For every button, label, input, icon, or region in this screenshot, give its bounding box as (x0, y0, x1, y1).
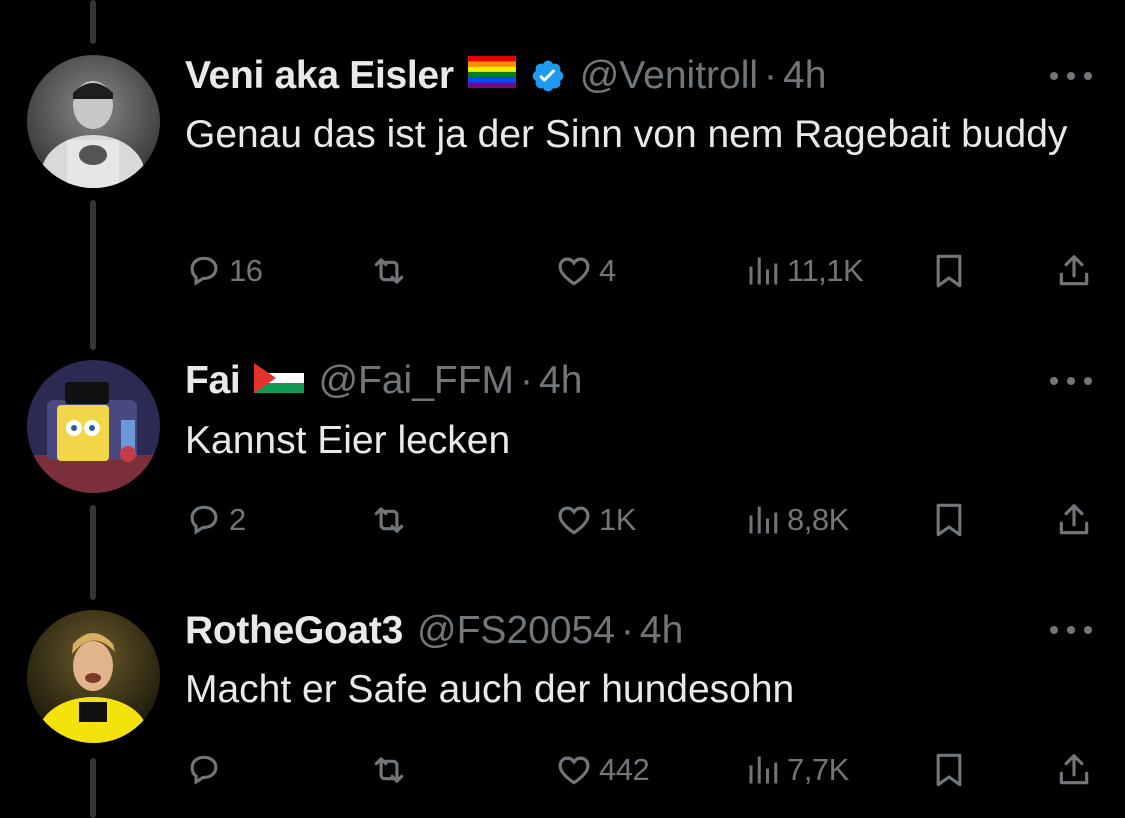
timestamp[interactable]: 4h (640, 608, 683, 654)
tweet-text: Genau das ist ja der Sinn von nem Rageba… (185, 113, 1068, 156)
more-options-icon[interactable] (1050, 624, 1092, 636)
reply-button[interactable] (185, 745, 229, 795)
palestine-flag-icon (254, 358, 305, 404)
views-icon (749, 506, 778, 534)
separator-dot: · (620, 609, 634, 652)
bookmark-button[interactable] (932, 495, 966, 545)
views-icon (749, 257, 778, 285)
timestamp[interactable]: 4h (783, 53, 826, 99)
thread-line-1 (90, 200, 96, 350)
bookmark-icon (936, 753, 962, 787)
tweet-header: Fai @Fai_FFM · 4h (185, 358, 582, 404)
avatar[interactable] (27, 55, 160, 188)
share-icon (1059, 504, 1089, 535)
reply-count: 2 (229, 502, 246, 537)
avatar[interactable] (27, 610, 160, 743)
repost-icon (374, 507, 404, 533)
share-button[interactable] (1055, 745, 1093, 795)
heart-icon (558, 257, 590, 286)
share-button[interactable] (1055, 246, 1093, 296)
repost-icon (374, 258, 404, 284)
like-count: 442 (599, 752, 650, 787)
bookmark-button[interactable] (932, 745, 966, 795)
repost-button[interactable] (368, 246, 416, 296)
tweet-header: RotheGoat3 @FS20054 · 4h (185, 608, 683, 654)
tweet-text: Macht er Safe auch der hundesohn (185, 668, 795, 711)
separator-dot: · (764, 54, 778, 97)
bookmark-button[interactable] (932, 246, 966, 296)
display-name[interactable]: Fai (185, 358, 241, 404)
reply-button[interactable]: 16 (185, 246, 263, 296)
more-options-icon[interactable] (1050, 375, 1092, 387)
thread-line-top (90, 0, 96, 44)
share-icon (1059, 754, 1089, 785)
share-button[interactable] (1055, 495, 1093, 545)
avatar[interactable] (27, 360, 160, 493)
heart-icon (558, 506, 590, 535)
repost-button[interactable] (368, 745, 416, 795)
tweet-header: Veni aka Eisler @Venitroll · 4h (185, 53, 826, 99)
more-options-icon[interactable] (1050, 70, 1092, 82)
reply-icon (190, 505, 218, 535)
views-button[interactable]: 8,8K (745, 495, 849, 545)
action-bar: 442 7,7K (185, 745, 1095, 795)
timestamp[interactable]: 4h (539, 358, 582, 404)
like-count: 4 (599, 253, 616, 288)
separator-dot: · (520, 359, 534, 402)
like-button[interactable]: 1K (555, 495, 636, 545)
bookmark-icon (936, 254, 962, 288)
tweet-text: Kannst Eier lecken (185, 419, 511, 462)
thread-line-bottom (90, 758, 96, 818)
bookmark-icon (936, 503, 962, 537)
reply-count: 16 (229, 253, 263, 288)
like-button[interactable]: 4 (555, 246, 616, 296)
views-button[interactable]: 11,1K (745, 246, 864, 296)
user-handle[interactable]: @FS20054 (417, 608, 615, 654)
heart-icon (558, 756, 590, 785)
views-count: 11,1K (787, 253, 864, 288)
views-button[interactable]: 7,7K (745, 745, 849, 795)
like-count: 1K (599, 502, 636, 537)
user-handle[interactable]: @Venitroll (580, 53, 758, 99)
action-bar: 16 4 11,1K (185, 246, 1095, 296)
views-count: 8,8K (787, 502, 849, 537)
verified-badge-icon[interactable] (530, 58, 566, 94)
user-handle[interactable]: @Fai_FFM (318, 358, 514, 404)
reply-icon (190, 256, 218, 286)
views-count: 7,7K (787, 752, 849, 787)
reply-button[interactable]: 2 (185, 495, 246, 545)
views-icon (749, 756, 778, 784)
reply-icon (190, 755, 218, 785)
display-name[interactable]: Veni aka Eisler (185, 53, 454, 99)
thread-line-2 (90, 505, 96, 600)
display-name[interactable]: RotheGoat3 (185, 608, 403, 654)
action-bar: 2 1K 8,8K (185, 495, 1095, 545)
repost-button[interactable] (368, 495, 416, 545)
like-button[interactable]: 442 (555, 745, 650, 795)
rainbow-flag-icon (467, 53, 516, 99)
repost-icon (374, 757, 404, 783)
share-icon (1059, 255, 1089, 286)
